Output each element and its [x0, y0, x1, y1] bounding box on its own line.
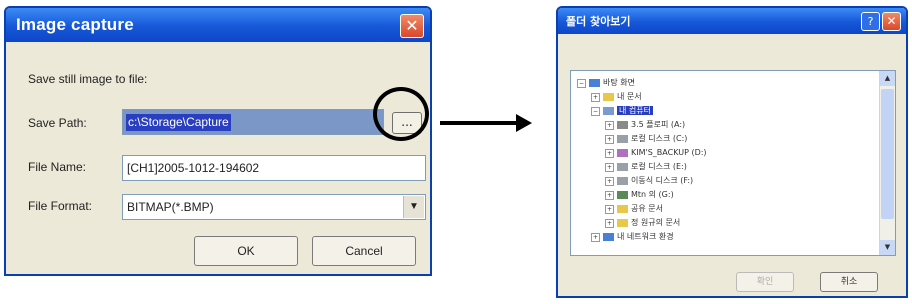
file-name-field[interactable]: [CH1]2005-1012-194602: [122, 155, 426, 181]
ok-button[interactable]: OK: [194, 236, 298, 266]
tree-item-label: 내 컴퓨터: [617, 106, 653, 115]
tree-expander-icon[interactable]: +: [605, 134, 614, 144]
folder-close-button[interactable]: ✕: [882, 12, 901, 31]
folder-tree[interactable]: ▲ ▼ − 바탕 화면 + 내 문서 − 내 컴퓨터 +3.5 플로피 (A:) + 로컬 디스…: [570, 70, 896, 256]
save-path-value: c:\Storage\Capture: [126, 114, 231, 131]
tree-item[interactable]: + KIM'S_BACKUP (D:): [605, 147, 707, 159]
drive-icon: [617, 163, 628, 171]
tree-expander-icon[interactable]: +: [605, 204, 614, 214]
drive-icon: [617, 135, 628, 143]
drive-icon: [617, 177, 628, 185]
folder-dialog-title: 폴더 찾아보기: [566, 15, 631, 28]
save-path-field[interactable]: c:\Storage\Capture: [122, 109, 384, 135]
tree-item[interactable]: + 내 네트워크 환경: [591, 231, 674, 243]
tree-item[interactable]: + 공유 문서: [605, 203, 663, 215]
tree-item-label: 공유 문서: [631, 204, 663, 213]
tree-scrollbar[interactable]: ▲ ▼: [879, 71, 895, 255]
image-capture-dialog: Image capture ✕ Save still image to file…: [4, 6, 432, 276]
file-format-select[interactable]: BITMAP(*.BMP) ▼: [122, 194, 426, 220]
tree-item[interactable]: +3.5 플로피 (A:): [605, 119, 685, 131]
help-button[interactable]: ?: [861, 12, 880, 31]
cd-icon: [617, 149, 628, 157]
scroll-down-icon[interactable]: ▼: [880, 240, 895, 255]
scroll-thumb[interactable]: [881, 89, 894, 219]
tree-expander-icon[interactable]: +: [605, 148, 614, 158]
tree-expander-icon[interactable]: +: [605, 176, 614, 186]
dialog-title: Image capture: [16, 15, 134, 34]
folder-cancel-button[interactable]: 취소: [820, 272, 878, 292]
network-drive-icon: [617, 191, 628, 199]
folder-icon: [617, 219, 628, 227]
tree-item-label: 정 원규의 문서: [631, 218, 681, 227]
arrow-head-icon: [516, 114, 532, 132]
tree-item-label: KIM'S_BACKUP (D:): [631, 148, 707, 157]
tree-item[interactable]: − 바탕 화면: [577, 77, 635, 89]
folder-browse-dialog: 폴더 찾아보기 ? ✕ ▲ ▼ − 바탕 화면 + 내 문서 − 내 컴퓨터 +3.5 플로…: [556, 6, 908, 298]
folder-title-bar[interactable]: 폴더 찾아보기 ? ✕: [558, 8, 906, 34]
tree-item[interactable]: + 로컬 디스크 (C:): [605, 133, 687, 145]
network-icon: [603, 233, 614, 241]
folder-ok-button[interactable]: 확인: [736, 272, 794, 292]
tree-expander-icon[interactable]: +: [591, 92, 600, 102]
computer-icon: [603, 107, 614, 115]
close-icon: ✕: [405, 16, 419, 35]
file-format-label: File Format:: [28, 199, 93, 213]
tree-expander-icon[interactable]: +: [605, 162, 614, 172]
arrow-line: [440, 121, 520, 125]
floppy-icon: [617, 121, 628, 129]
folder-icon: [603, 93, 614, 101]
desktop-icon: [589, 79, 600, 87]
title-bar[interactable]: Image capture ✕: [6, 8, 430, 42]
tree-item[interactable]: − 내 컴퓨터: [591, 105, 653, 117]
tree-expander-icon[interactable]: +: [605, 120, 614, 130]
tree-item-label: 로컬 디스크 (E:): [631, 162, 687, 171]
tree-expander-icon[interactable]: +: [605, 190, 614, 200]
tree-item-label: 이동식 디스크 (F:): [631, 176, 694, 185]
tree-item[interactable]: + 로컬 디스크 (E:): [605, 161, 687, 173]
file-format-value: BITMAP(*.BMP): [127, 200, 214, 214]
help-icon: ?: [867, 15, 874, 28]
tree-expander-icon[interactable]: −: [591, 106, 600, 116]
tree-item-label: 내 문서: [617, 92, 642, 101]
close-icon: ✕: [886, 14, 897, 28]
cancel-button[interactable]: Cancel: [312, 236, 416, 266]
tree-item-label: 로컬 디스크 (C:): [631, 134, 688, 143]
scroll-up-icon[interactable]: ▲: [880, 71, 895, 86]
close-button[interactable]: ✕: [400, 14, 424, 38]
folder-icon: [617, 205, 628, 213]
tree-item[interactable]: + 내 문서: [591, 91, 642, 103]
intro-label: Save still image to file:: [28, 72, 148, 86]
save-path-label: Save Path:: [28, 116, 87, 130]
tree-item-label: 바탕 화면: [603, 78, 635, 87]
tree-item[interactable]: + Mtn 의 (G:): [605, 189, 674, 201]
tree-item[interactable]: + 이동식 디스크 (F:): [605, 175, 693, 187]
tree-expander-icon[interactable]: +: [605, 218, 614, 228]
chevron-down-icon[interactable]: ▼: [403, 196, 424, 218]
highlight-circle: [373, 87, 429, 141]
file-name-label: File Name:: [28, 160, 87, 174]
tree-item[interactable]: + 정 원규의 문서: [605, 217, 680, 229]
tree-item-label: 내 네트워크 환경: [617, 232, 674, 241]
tree-expander-icon[interactable]: −: [577, 78, 586, 88]
tree-item-label: 3.5 플로피 (A:): [631, 120, 686, 129]
tree-expander-icon[interactable]: +: [591, 232, 600, 242]
tree-item-label: Mtn 의 (G:): [631, 190, 674, 199]
